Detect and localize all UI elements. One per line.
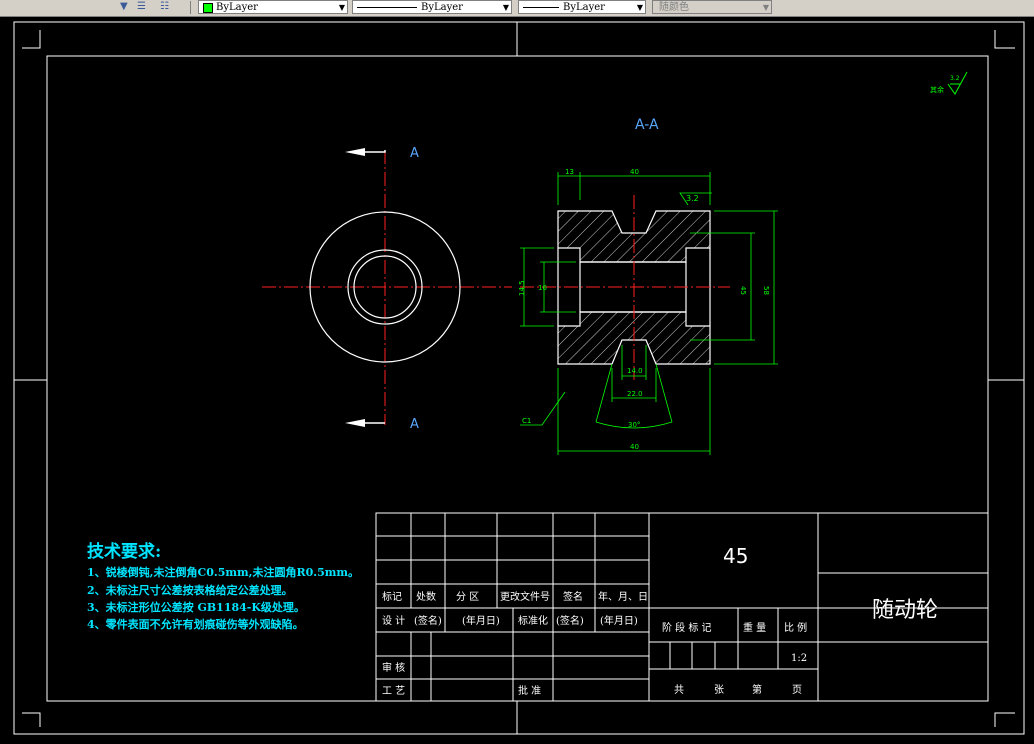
process-label: 工 艺 <box>382 685 405 697</box>
sheet-label: 第 <box>752 683 762 696</box>
front-view: A A <box>262 146 512 432</box>
toolbar-separator <box>190 1 191 14</box>
dim-bore-inner: 10 <box>538 284 547 292</box>
dim-bore-left: 14.5 <box>518 280 526 296</box>
design-cell: (年月日) <box>600 614 638 627</box>
layer-states-icon[interactable]: ☰ <box>137 1 146 12</box>
requirement-item: 2、未标注尺寸公差按表格给定公差处理。 <box>87 583 293 597</box>
design-cell: 标准化 <box>518 614 548 627</box>
section-title: A-A <box>635 117 659 133</box>
dim-top-width: 40 <box>630 168 639 176</box>
requirement-item: 1、锐棱倒钝,未注倒角C0.5mm,未注圆角R0.5mm。 <box>87 565 359 579</box>
review-label: 审 核 <box>382 661 405 674</box>
dim-right-outer: 58 <box>762 286 770 295</box>
design-cell: (签名) <box>556 614 584 627</box>
chevron-down-icon: ▼ <box>636 3 643 12</box>
header-cell: 分 区 <box>456 591 479 603</box>
header-cell: 更改文件号 <box>500 590 550 603</box>
layer-previous-icon[interactable]: ☷ <box>160 1 169 12</box>
lineweight-dropdown[interactable]: ByLayer ▼ <box>518 0 646 14</box>
sheet-label: 页 <box>792 684 802 696</box>
linetype-preview <box>357 7 417 8</box>
dim-angle: 30° <box>628 421 640 429</box>
stage-header: 重 量 <box>743 621 766 634</box>
chevron-down-icon: ▼ <box>762 3 769 12</box>
section-view <box>520 195 730 380</box>
surface-finish-other-value: 3.2 <box>950 75 960 82</box>
chevron-down-icon: ▼ <box>338 3 345 12</box>
color-swatch-icon <box>203 2 213 13</box>
surface-finish-other-label: 其余 <box>930 85 944 94</box>
requirement-item: 3、未标注形位公差按 GB1184-K级处理。 <box>87 600 305 614</box>
plotstyle-dropdown: 随颜色 ▼ <box>652 0 772 14</box>
requirements-title: 技术要求: <box>87 541 161 562</box>
roughness-value: 3.2 <box>686 194 699 203</box>
sheet-label: 张 <box>714 684 724 696</box>
dim-overall-width: 40 <box>630 443 639 451</box>
header-cell: 年、月、日 <box>598 590 648 603</box>
header-cell: 签名 <box>563 590 583 603</box>
sheet-label: 共 <box>674 684 684 696</box>
properties-toolbar: ▼ ☰ ☷ ByLayer ▼ ByLayer ▼ ByLayer ▼ 随颜色 … <box>0 0 1034 17</box>
scale-value: 1:2 <box>791 653 807 664</box>
dim-right-inner: 45 <box>739 286 747 295</box>
drawing-canvas[interactable]: A A A-A 13 40 58 45 14.5 10 14.0 22.0 30… <box>0 16 1034 744</box>
title-block-text: 45 随动轮 标记 处数 分 区 更改文件号 签名 年、月、日 设 计 (签名)… <box>382 544 938 697</box>
approve-label: 批 准 <box>518 684 541 697</box>
dropdown-arrow-icon[interactable]: ▼ <box>120 1 128 12</box>
dim-groove-width: 14.0 <box>627 367 643 375</box>
dim-groove-bottom: 22.0 <box>627 390 643 398</box>
design-cell: 设 计 <box>382 614 405 627</box>
lineweight-preview <box>523 7 559 8</box>
color-dropdown[interactable]: ByLayer ▼ <box>198 0 348 14</box>
dimension-labels: 13 40 58 45 14.5 10 14.0 22.0 30° 40 C1 … <box>518 168 770 451</box>
technical-requirements: 技术要求: 1、锐棱倒钝,未注倒角C0.5mm,未注圆角R0.5mm。 2、未标… <box>87 541 359 631</box>
chevron-down-icon: ▼ <box>502 3 509 12</box>
material-label: 45 <box>723 544 748 568</box>
section-mark-bottom: A <box>410 417 419 432</box>
design-cell: (签名) <box>414 614 442 627</box>
surface-finish-icon: 其余 3.2 <box>930 71 968 95</box>
header-cell: 处数 <box>416 590 436 603</box>
header-cell: 标记 <box>382 591 402 603</box>
requirement-item: 4、零件表面不允许有划痕碰伤等外观缺陷。 <box>87 617 304 631</box>
stage-header: 阶 段 标 记 <box>662 621 712 634</box>
design-cell: (年月日) <box>462 614 500 627</box>
linetype-dropdown[interactable]: ByLayer ▼ <box>352 0 512 14</box>
section-mark-top: A <box>410 146 419 161</box>
stage-header: 比 例 <box>784 621 807 634</box>
part-name: 随动轮 <box>872 598 938 623</box>
dim-top-left: 13 <box>565 168 574 176</box>
chamfer-label: C1 <box>522 417 531 425</box>
